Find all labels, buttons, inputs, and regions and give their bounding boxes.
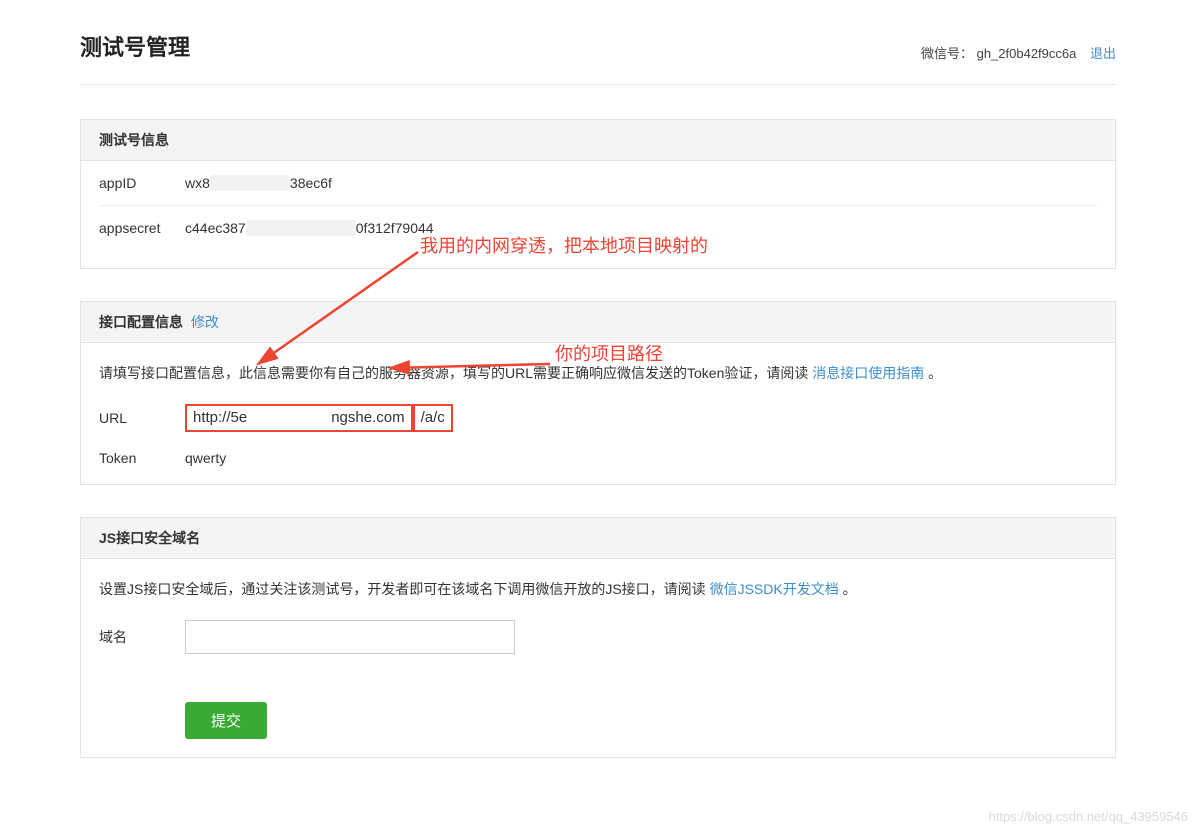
appid-masked bbox=[210, 175, 290, 191]
header-right: 微信号： gh_2f0b42f9cc6a 退出 bbox=[921, 43, 1116, 62]
appsecret-value: c44ec387 0f312f79044 bbox=[185, 220, 434, 236]
domain-label: 域名 bbox=[99, 627, 185, 647]
url-host-suffix: ngshe.com bbox=[331, 408, 404, 428]
section-js-header: JS接口安全域名 bbox=[81, 518, 1115, 559]
appid-label: appID bbox=[99, 175, 185, 191]
page-header: 测试号管理 微信号： gh_2f0b42f9cc6a 退出 bbox=[80, 30, 1116, 85]
url-value: http://5e ngshe.com /a/c bbox=[185, 404, 453, 432]
interface-desc-text: 请填写接口配置信息，此信息需要你有自己的服务器资源，填写的URL需要正确响应微信… bbox=[99, 365, 808, 381]
token-value: qwerty bbox=[185, 450, 226, 466]
appsecret-label: appsecret bbox=[99, 220, 185, 236]
url-label: URL bbox=[99, 410, 185, 426]
wechat-id: gh_2f0b42f9cc6a bbox=[977, 46, 1077, 61]
url-host-masked bbox=[249, 411, 329, 425]
wechat-label: 微信号： bbox=[921, 46, 973, 61]
appsecret-prefix: c44ec387 bbox=[185, 220, 246, 236]
appsecret-masked bbox=[246, 220, 356, 236]
appid-suffix: 38ec6f bbox=[290, 175, 332, 191]
section-js-domain: JS接口安全域名 设置JS接口安全域后，通过关注该测试号，开发者即可在该域名下调… bbox=[80, 517, 1116, 758]
page-title: 测试号管理 bbox=[80, 30, 190, 62]
url-box-host: http://5e ngshe.com bbox=[185, 404, 413, 432]
domain-input[interactable] bbox=[185, 620, 515, 654]
watermark: https://blog.csdn.net/qq_43959546 bbox=[989, 809, 1189, 824]
interface-desc: 请填写接口配置信息，此信息需要你有自己的服务器资源，填写的URL需要正确响应微信… bbox=[99, 361, 1097, 386]
interface-desc-link[interactable]: 消息接口使用指南 bbox=[812, 365, 924, 381]
js-desc: 设置JS接口安全域后，通过关注该测试号，开发者即可在该域名下调用微信开放的JS接… bbox=[99, 577, 1097, 602]
url-box-path: /a/c bbox=[413, 404, 453, 432]
row-appid: appID wx8 38ec6f bbox=[99, 161, 1097, 206]
section-interface-header: 接口配置信息 修改 bbox=[81, 302, 1115, 343]
modify-link[interactable]: 修改 bbox=[191, 314, 219, 330]
logout-link[interactable]: 退出 bbox=[1090, 46, 1116, 61]
url-host-prefix: http://5e bbox=[193, 408, 247, 428]
row-domain: 域名 bbox=[99, 620, 1097, 654]
section-test-info-header: 测试号信息 bbox=[81, 120, 1115, 161]
row-url: URL http://5e ngshe.com /a/c bbox=[99, 404, 1097, 432]
js-desc-text: 设置JS接口安全域后，通过关注该测试号，开发者即可在该域名下调用微信开放的JS接… bbox=[99, 581, 706, 597]
section-interface-title: 接口配置信息 bbox=[99, 314, 183, 330]
section-interface-config: 接口配置信息 修改 请填写接口配置信息，此信息需要你有自己的服务器资源，填写的U… bbox=[80, 301, 1116, 485]
submit-button[interactable]: 提交 bbox=[185, 702, 267, 739]
token-label: Token bbox=[99, 450, 185, 466]
js-desc-suffix: 。 bbox=[843, 581, 857, 597]
interface-desc-suffix: 。 bbox=[928, 365, 942, 381]
appid-prefix: wx8 bbox=[185, 175, 210, 191]
row-token: Token qwerty bbox=[99, 450, 1097, 466]
section-test-info: 测试号信息 appID wx8 38ec6f appsecret c44ec38… bbox=[80, 119, 1116, 269]
row-appsecret: appsecret c44ec387 0f312f79044 bbox=[99, 206, 1097, 250]
js-desc-link[interactable]: 微信JSSDK开发文档 bbox=[710, 581, 839, 597]
appid-value: wx8 38ec6f bbox=[185, 175, 332, 191]
appsecret-suffix: 0f312f79044 bbox=[356, 220, 434, 236]
